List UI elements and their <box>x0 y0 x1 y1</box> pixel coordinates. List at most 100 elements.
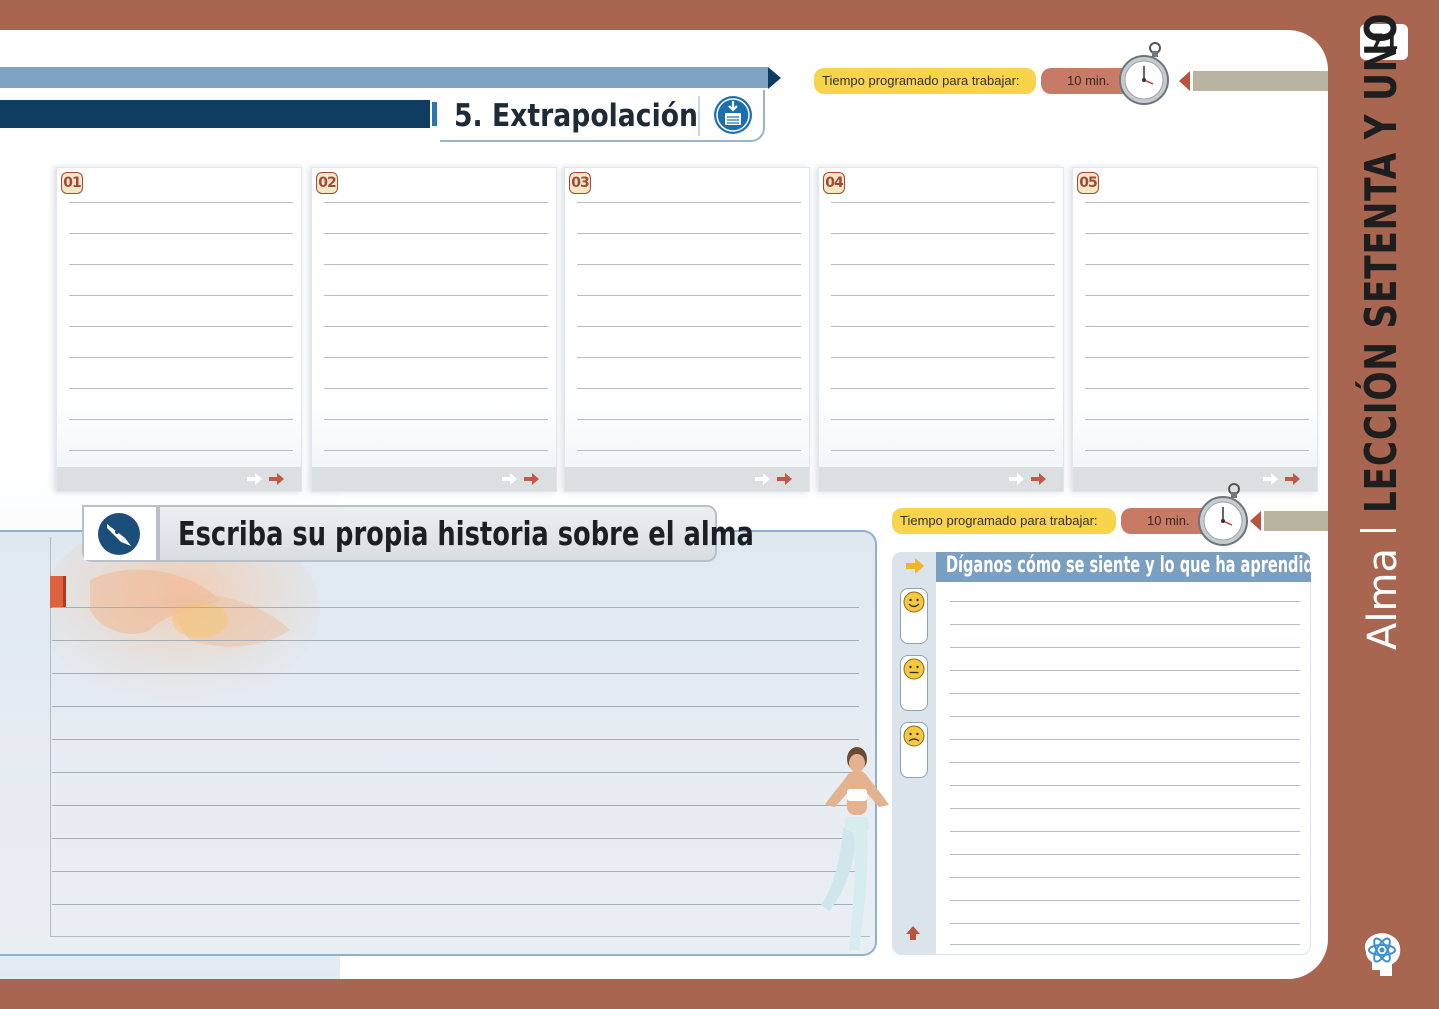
feedback-line <box>950 785 1300 786</box>
yoga-woman-image <box>821 747 889 950</box>
writing-line <box>324 450 548 451</box>
writing-line <box>324 233 548 234</box>
panel-number: 02 <box>316 172 338 194</box>
next-arrows-icon[interactable] <box>500 471 544 487</box>
subject-label: Alma <box>1360 548 1406 650</box>
timer-bar <box>1264 511 1328 531</box>
feedback-panel[interactable] <box>892 552 1311 955</box>
writing-line <box>324 326 548 327</box>
writing-line <box>831 388 1055 389</box>
story-line <box>52 673 859 674</box>
writing-line <box>577 450 801 451</box>
writing-line <box>831 295 1055 296</box>
arrow-up-icon[interactable] <box>904 924 922 942</box>
feedback-line <box>950 739 1300 740</box>
writing-line <box>831 264 1055 265</box>
writing-line <box>1085 419 1309 420</box>
happy-face-icon <box>903 591 925 613</box>
writing-line <box>324 419 548 420</box>
timer-label: Tiempo programado para trabajar: <box>892 508 1116 534</box>
writing-line <box>1085 450 1309 451</box>
feedback-line <box>950 877 1300 878</box>
header-band-dark <box>0 100 430 128</box>
feedback-line <box>950 831 1300 832</box>
feedback-line <box>950 670 1300 671</box>
sad-face-icon <box>903 725 925 747</box>
writing-line <box>324 295 548 296</box>
writing-line <box>69 264 293 265</box>
answer-panel[interactable]: 04 <box>818 167 1064 492</box>
writing-line <box>577 202 801 203</box>
answer-panel[interactable]: 02 <box>311 167 557 492</box>
feedback-line <box>950 601 1300 602</box>
story-line <box>52 904 859 905</box>
side-title: Alma LECCIÓN SETENTA Y UNO <box>1356 0 1407 650</box>
writing-line <box>831 202 1055 203</box>
writing-line <box>324 388 548 389</box>
lesson-title: LECCIÓN SETENTA Y UNO <box>1356 12 1407 514</box>
timer-bar <box>1193 71 1328 91</box>
next-arrows-icon[interactable] <box>753 471 797 487</box>
feedback-line <box>950 944 1300 945</box>
writing-line <box>324 357 548 358</box>
writing-line <box>69 450 293 451</box>
writing-line <box>577 357 801 358</box>
title-separator <box>1360 529 1396 533</box>
panel-footer <box>565 467 809 491</box>
writing-line <box>69 357 293 358</box>
header-band-arrow <box>768 67 781 89</box>
writing-line <box>69 326 293 327</box>
writing-line <box>69 419 293 420</box>
panel-footer <box>57 467 301 491</box>
next-arrows-icon[interactable] <box>1007 471 1051 487</box>
pen-write-icon <box>98 513 140 555</box>
writing-line <box>831 326 1055 327</box>
timer-arrow <box>1250 511 1261 531</box>
next-arrows-icon[interactable] <box>245 471 289 487</box>
story-line <box>52 739 859 740</box>
writing-line <box>831 357 1055 358</box>
writing-line <box>577 233 801 234</box>
story-line <box>52 838 859 839</box>
writing-line <box>831 419 1055 420</box>
writing-line <box>1085 295 1309 296</box>
arrow-right-icon <box>906 558 924 574</box>
writing-line <box>577 419 801 420</box>
header-band-light <box>0 67 768 88</box>
story-line <box>52 805 859 806</box>
panel-number: 03 <box>569 172 591 194</box>
writing-line <box>1085 326 1309 327</box>
answer-panel[interactable]: 01 <box>56 167 302 492</box>
panel-number: 04 <box>823 172 845 194</box>
writing-line <box>69 233 293 234</box>
writing-line <box>324 202 548 203</box>
download-icon[interactable] <box>713 95 753 135</box>
brain-atom-icon <box>1364 933 1401 976</box>
writing-line <box>69 202 293 203</box>
neutral-face-icon <box>903 658 925 680</box>
story-marker <box>50 576 66 608</box>
writing-line <box>324 264 548 265</box>
panel-footer <box>312 467 556 491</box>
writing-line <box>69 295 293 296</box>
feedback-line <box>950 762 1300 763</box>
next-arrows-icon[interactable] <box>1261 471 1305 487</box>
feedback-title: Díganos cómo se siente y lo que ha apren… <box>946 553 1324 578</box>
feedback-line <box>950 624 1300 625</box>
feedback-line <box>950 716 1300 717</box>
feedback-line <box>950 854 1300 855</box>
answer-panel[interactable]: 05 <box>1072 167 1318 492</box>
writing-line <box>1085 202 1309 203</box>
answer-panel[interactable]: 03 <box>564 167 810 492</box>
story-line <box>52 706 859 707</box>
writing-line <box>577 388 801 389</box>
writing-line <box>577 264 801 265</box>
writing-line <box>1085 357 1309 358</box>
story-title: Escriba su propia historia sobre el alma <box>178 514 754 553</box>
section-title: 5. Extrapolación <box>454 98 699 134</box>
story-line <box>52 871 859 872</box>
timer-label: Tiempo programado para trabajar: <box>814 68 1036 94</box>
writing-line <box>831 450 1055 451</box>
writing-line <box>1085 233 1309 234</box>
writing-line <box>1085 388 1309 389</box>
